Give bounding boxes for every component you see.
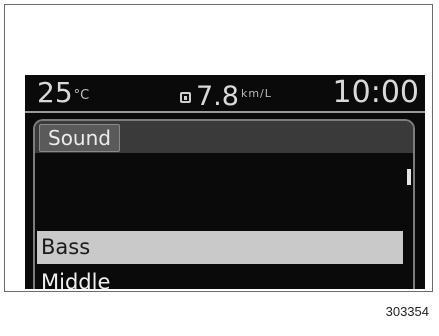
- status-divider: [25, 111, 425, 113]
- menu-title: Sound: [39, 124, 120, 152]
- temperature-unit: °C: [73, 88, 90, 103]
- clock: 10:00: [332, 75, 419, 110]
- menu-panel: Sound Bass Middle: [33, 119, 415, 289]
- menu-item-middle[interactable]: Middle: [37, 266, 403, 289]
- fuel-gauge-icon: [180, 92, 191, 103]
- fuel-economy-unit: km/L: [240, 87, 272, 100]
- outside-temperature: 25°C: [37, 77, 89, 112]
- status-bar: 25°C 7.8 km/L 10:00: [25, 75, 425, 112]
- figure-frame: 25°C 7.8 km/L 10:00 Sound Bass Middle: [4, 4, 433, 292]
- figure-id: 303354: [385, 304, 429, 319]
- menu-item-bass[interactable]: Bass: [37, 231, 403, 264]
- temperature-value: 25: [37, 76, 73, 109]
- display-screen: 25°C 7.8 km/L 10:00 Sound Bass Middle: [25, 75, 425, 289]
- fuel-economy: 7.8 km/L: [180, 79, 272, 112]
- menu-title-bar: Sound: [35, 121, 413, 153]
- scrollbar-thumb[interactable]: [407, 169, 411, 185]
- fuel-economy-value: 7.8: [196, 81, 239, 112]
